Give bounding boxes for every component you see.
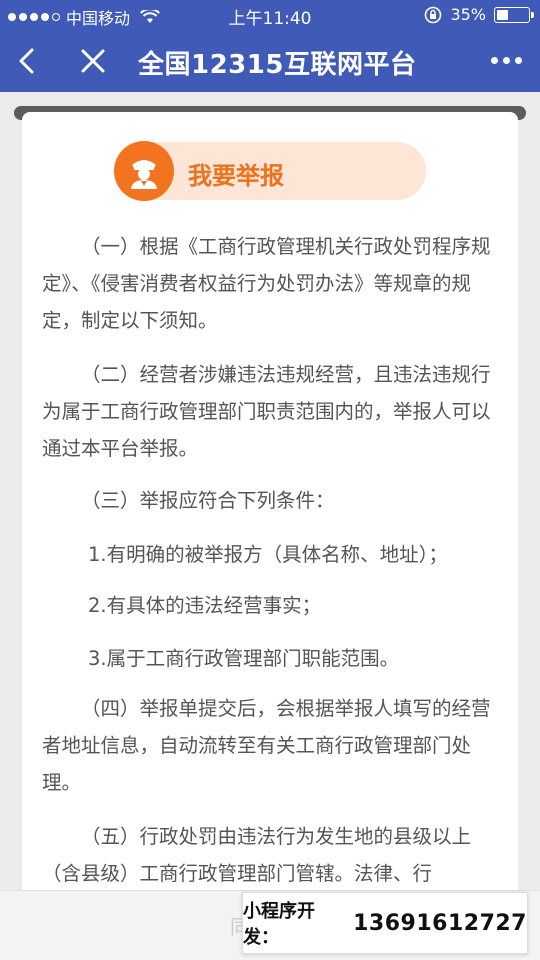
status-bar: 中国移动 上午11:40 35% — [0, 0, 540, 30]
promo-phone: 13691612727 — [353, 910, 527, 936]
nav-bar: 全国12315互联网平台 — [0, 30, 540, 92]
list-item-2: 2.有具体的违法经营事实； — [88, 594, 322, 617]
report-button[interactable]: 我要举报 — [114, 141, 426, 201]
list-item-1: 1.有明确的被举报方（具体名称、地址）； — [88, 543, 448, 566]
paragraph-1: （一）根据《工商行政管理机关行政处罚程序规定》、《侵害消费者权益行为处罚办法》等… — [42, 235, 491, 332]
chevron-left-icon[interactable] — [12, 45, 44, 77]
notice-card: 我要举报 （一）根据《工商行政管理机关行政处罚程序规定》、《侵害消费者权益行为处… — [22, 112, 518, 912]
battery-percent: 35% — [450, 5, 486, 24]
paragraph-2: （二）经营者涉嫌违法违规经营，且违法违规行为属于工商行政管理部门职责范围内的，举… — [42, 363, 491, 460]
battery-level — [497, 9, 508, 20]
close-icon[interactable] — [78, 46, 108, 76]
paragraph-3: （三）举报应符合下列条件： — [81, 489, 335, 512]
page-title: 全国12315互联网平台 — [138, 50, 417, 80]
officer-icon — [114, 141, 174, 201]
promo-label: 小程序开发： — [243, 901, 315, 948]
rotation-lock-icon — [425, 6, 442, 23]
report-label: 我要举报 — [188, 162, 284, 190]
promo-banner: 小程序开发： 13691612727 — [242, 892, 528, 954]
paragraph-5: （五）行政处罚由违法行为发生地的县级以上（含县级）工商行政管理部门管辖。法律、行 — [42, 825, 472, 885]
more-dots-icon[interactable] — [491, 57, 522, 64]
battery-icon — [494, 6, 534, 23]
list-item-3: 3.属于工商行政管理部门职能范围。 — [88, 647, 400, 670]
paragraph-4: （四）举报单提交后，会根据举报人填写的经营者地址信息，自动流转至有关工商行政管理… — [42, 697, 491, 794]
